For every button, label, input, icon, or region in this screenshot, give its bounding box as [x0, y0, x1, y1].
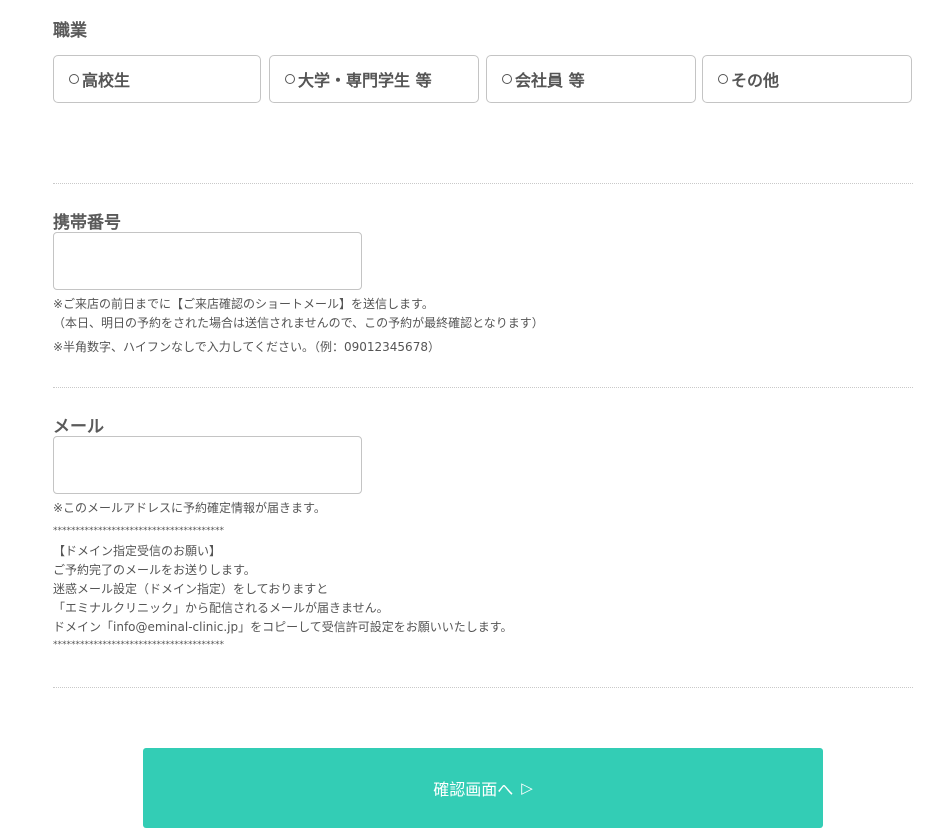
- section-divider: [53, 183, 913, 184]
- confirm-button-label: 確認画面へ: [433, 780, 514, 799]
- email-note: ※このメールアドレスに予約確定情報が届きます。: [53, 501, 326, 515]
- radio-circle-icon: [69, 74, 79, 84]
- occupation-option-other[interactable]: その他: [702, 55, 912, 103]
- radio-circle-icon: [502, 74, 512, 84]
- email-note: 【ドメイン指定受信のお願い】: [53, 544, 222, 558]
- phone-format-note: ※半角数字、ハイフンなしで入力してください。（例：09012345678）: [53, 340, 440, 354]
- email-label: メール: [53, 417, 104, 437]
- phone-label: 携帯番号: [53, 213, 121, 233]
- email-note: 迷惑メール設定（ドメイン指定）をしておりますと: [53, 582, 329, 596]
- radio-circle-icon: [718, 74, 728, 84]
- option-label: 高校生: [82, 71, 131, 90]
- occupation-option-employee[interactable]: 会社員 等: [486, 55, 696, 103]
- option-label: 会社員 等: [515, 71, 585, 90]
- section-divider: [53, 687, 913, 688]
- email-note: ご予約完了のメールをお送りします。: [53, 563, 256, 577]
- option-label: 大学・専門学生 等: [298, 71, 432, 90]
- email-input[interactable]: [53, 436, 362, 494]
- occupation-option-university[interactable]: 大学・専門学生 等: [269, 55, 479, 103]
- play-outline-icon: ▷: [521, 779, 533, 797]
- email-note-separator: **************************************: [53, 526, 224, 536]
- phone-input[interactable]: [53, 232, 362, 290]
- phone-note: ※ご来店の前日までに【ご来店確認のショートメール】を送信します。: [53, 297, 434, 311]
- option-label: その他: [731, 71, 780, 90]
- occupation-label: 職業: [53, 21, 87, 41]
- email-note-separator: **************************************: [53, 640, 224, 650]
- radio-circle-icon: [285, 74, 295, 84]
- section-divider: [53, 387, 913, 388]
- occupation-options: 高校生 大学・専門学生 等 会社員 等 その他: [53, 55, 912, 105]
- email-note: ドメイン「info@eminal-clinic.jp」をコピーして受信許可設定を…: [53, 620, 513, 634]
- occupation-option-high-school[interactable]: 高校生: [53, 55, 261, 103]
- email-note: 「エミナルクリニック」から配信されるメールが届きません。: [53, 601, 389, 615]
- phone-note: （本日、明日の予約をされた場合は送信されませんので、この予約が最終確認となります…: [53, 316, 544, 330]
- confirm-button[interactable]: 確認画面へ ▷: [143, 748, 823, 828]
